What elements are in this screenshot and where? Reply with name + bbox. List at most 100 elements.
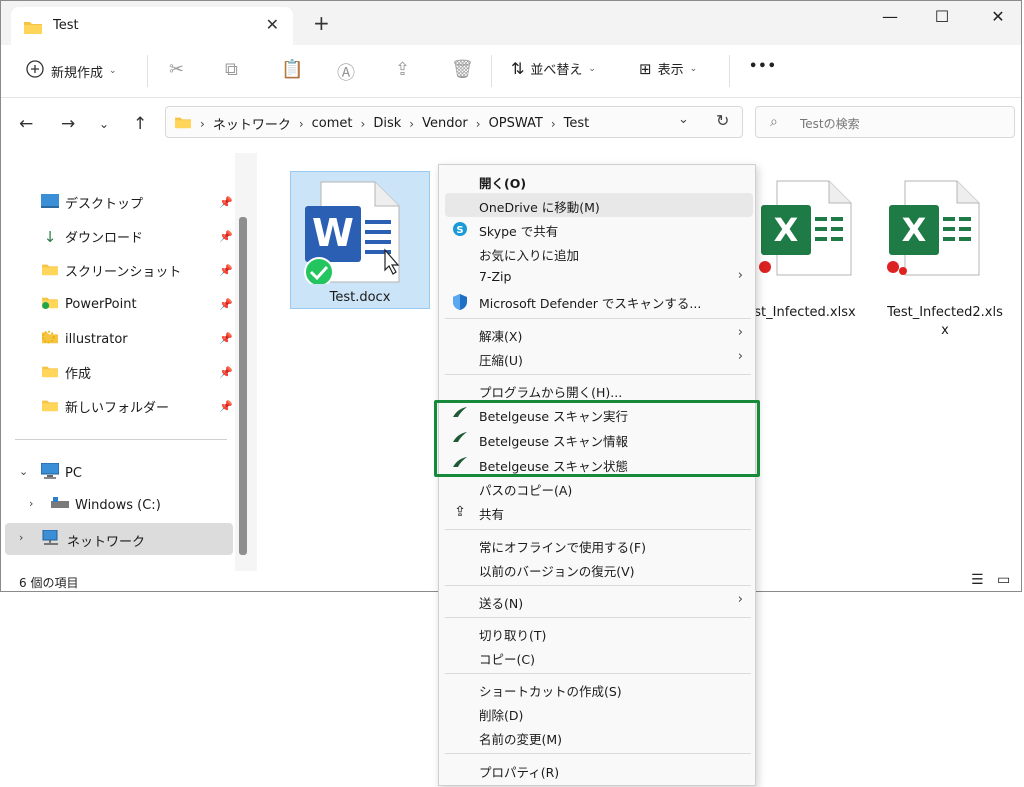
menu-item-restore[interactable]: 以前のバージョンの復元(V) [439, 557, 755, 581]
menu-item-skype[interactable]: S Skype で共有 [439, 217, 755, 241]
search-box[interactable]: ⌕ Testの検索 [755, 106, 1015, 138]
close-window-button[interactable]: ✕ [983, 7, 1013, 26]
up-arrow-icon[interactable]: ↑ [133, 114, 147, 134]
sidebar-item-screenshots[interactable]: スクリーンショット [41, 261, 181, 280]
scrollbar-thumb[interactable] [239, 217, 247, 555]
menu-item-label: 常にオフラインで使用する(F) [479, 540, 646, 555]
menu-separator [445, 374, 751, 375]
grid-icon: ⊞ [639, 59, 652, 78]
menu-separator [445, 529, 751, 530]
recent-chevron-icon[interactable]: ⌄ [99, 117, 109, 131]
new-tab-button[interactable]: + [313, 11, 330, 35]
sidebar-divider [15, 439, 227, 440]
sidebar-item-drive-c[interactable]: Windows (C:) [51, 497, 161, 513]
new-button[interactable]: 新規作成 ⌄ [25, 59, 117, 83]
chevron-down-icon: ⌄ [109, 66, 117, 76]
share-icon[interactable]: ⇪ [395, 59, 410, 80]
expand-chevron-right-icon[interactable]: › [19, 531, 23, 544]
pin-icon[interactable]: 📌 [219, 264, 233, 277]
menu-item-copy-path[interactable]: パスのコピー(A) [439, 476, 755, 500]
svg-text:X: X [902, 211, 927, 249]
address-dropdown-icon[interactable]: ⌄ [678, 112, 689, 127]
sidebar-item-powerpoint[interactable]: PowerPoint [41, 295, 137, 313]
more-options-button[interactable]: ••• [749, 59, 777, 74]
submenu-arrow-icon: › [737, 268, 743, 283]
pc-icon [40, 462, 60, 483]
plus-circle-icon [25, 59, 45, 83]
menu-item-delete[interactable]: 削除(D) [439, 701, 755, 725]
pin-icon[interactable]: 📌 [219, 230, 233, 243]
menu-item-defender[interactable]: Microsoft Defender でスキャンする... [439, 289, 755, 313]
menu-item-label: 解凍(X) [479, 329, 523, 344]
menu-item-extract[interactable]: 解凍(X) › [439, 322, 755, 346]
menu-item-share[interactable]: ⇪ 共有 [439, 500, 755, 524]
close-tab-icon[interactable]: ✕ [266, 15, 279, 34]
breadcrumb: › ネットワーク › comet › Disk › Vendor › OPSWA… [174, 114, 589, 133]
details-view-icon[interactable]: ☰ [971, 572, 984, 588]
submenu-arrow-icon: › [737, 592, 743, 607]
sidebar-item-pc[interactable]: PC [40, 462, 82, 483]
breadcrumb-separator: › [409, 116, 415, 131]
menu-item-label: 送る(N) [479, 596, 524, 611]
tiles-view-icon[interactable]: ▭ [997, 572, 1010, 588]
file-infected2-xlsx[interactable]: X Test_Infected2.xls x [875, 171, 1015, 338]
menu-item-open[interactable]: 開く(O) [439, 169, 755, 193]
pin-icon[interactable]: 📌 [219, 400, 233, 413]
copy-icon[interactable]: ⧉ [225, 59, 238, 80]
command-bar: 新規作成 ⌄ ✂ ⧉ 📋 Ⓐ ⇪ 🗑 ⇅ 並べ替え ⌄ ⊞ 表示 ⌄ ••• [1, 45, 1021, 98]
pin-icon[interactable]: 📌 [219, 196, 233, 209]
crumb-opswat[interactable]: OPSWAT [489, 116, 543, 131]
menu-item-compress[interactable]: 圧縮(U) › [439, 346, 755, 370]
forward-arrow-icon[interactable]: → [61, 114, 75, 134]
maximize-button[interactable]: ☐ [927, 7, 957, 26]
cut-icon[interactable]: ✂ [169, 59, 184, 80]
crumb-disk[interactable]: Disk [373, 116, 401, 131]
crumb-comet[interactable]: comet [312, 116, 353, 131]
expand-chevron-right-icon[interactable]: › [29, 497, 33, 510]
sort-button[interactable]: ⇅ 並べ替え ⌄ [511, 59, 596, 78]
paste-icon[interactable]: 📋 [281, 59, 303, 80]
menu-item-label: お気に入りに追加 [479, 248, 580, 263]
menu-item-label: 共有 [479, 507, 505, 522]
sidebar-item-illustrator[interactable]: illustrator [41, 329, 128, 349]
crumb-network[interactable]: ネットワーク [213, 114, 291, 133]
sidebar-item-create[interactable]: 作成 [41, 363, 91, 382]
menu-item-7zip[interactable]: 7-Zip › [439, 265, 755, 289]
sidebar-item-label: スクリーンショット [65, 265, 182, 280]
sidebar-item-network[interactable]: ネットワーク [41, 529, 145, 550]
menu-item-favorite[interactable]: お気に入りに追加 [439, 241, 755, 265]
menu-item-label: 圧縮(U) [479, 353, 523, 368]
menu-item-copy[interactable]: コピー(C) [439, 645, 755, 669]
menu-item-label: Skype で共有 [479, 224, 559, 239]
menu-item-send-to[interactable]: 送る(N) › [439, 589, 755, 613]
file-test-docx[interactable]: W Test.docx [290, 171, 430, 309]
menu-item-onedrive[interactable]: OneDrive に移動(M) [445, 193, 753, 217]
rename-icon[interactable]: Ⓐ [337, 59, 355, 85]
menu-item-properties[interactable]: プロパティ(R) [439, 758, 755, 782]
delete-icon[interactable]: 🗑 [451, 59, 474, 80]
menu-item-rename[interactable]: 名前の変更(M) [439, 725, 755, 749]
crumb-vendor[interactable]: Vendor [422, 116, 468, 131]
view-button[interactable]: ⊞ 表示 ⌄ [639, 59, 697, 79]
address-bar[interactable]: › ネットワーク › comet › Disk › Vendor › OPSWA… [165, 106, 743, 138]
pin-icon[interactable]: 📌 [219, 298, 233, 311]
file-infected-xlsx[interactable]: X st_Infected.xlsx [735, 171, 875, 320]
sidebar-item-new-folder[interactable]: 新しいフォルダー [41, 397, 169, 416]
menu-item-cut[interactable]: 切り取り(T) [439, 621, 755, 645]
folder-icon [23, 19, 43, 39]
pin-icon[interactable]: 📌 [219, 366, 233, 379]
refresh-icon[interactable]: ↻ [716, 111, 729, 130]
view-label: 表示 [657, 63, 684, 78]
menu-item-shortcut[interactable]: ショートカットの作成(S) [439, 677, 755, 701]
folder-pending-icon [41, 329, 59, 349]
pin-icon[interactable]: 📌 [219, 332, 233, 345]
minimize-button[interactable]: — [875, 7, 905, 26]
sidebar-item-downloads[interactable]: ↓ ダウンロード [41, 227, 143, 247]
expand-chevron-down-icon[interactable]: ⌄ [19, 465, 28, 478]
back-arrow-icon[interactable]: ← [19, 114, 33, 134]
menu-item-offline[interactable]: 常にオフラインで使用する(F) [439, 533, 755, 557]
sidebar-item-desktop[interactable]: デスクトップ [41, 193, 143, 212]
tab-test[interactable]: Test ✕ [11, 7, 293, 45]
menu-item-open-with[interactable]: プログラムから開く(H)... [439, 378, 755, 402]
crumb-test[interactable]: Test [564, 116, 590, 131]
